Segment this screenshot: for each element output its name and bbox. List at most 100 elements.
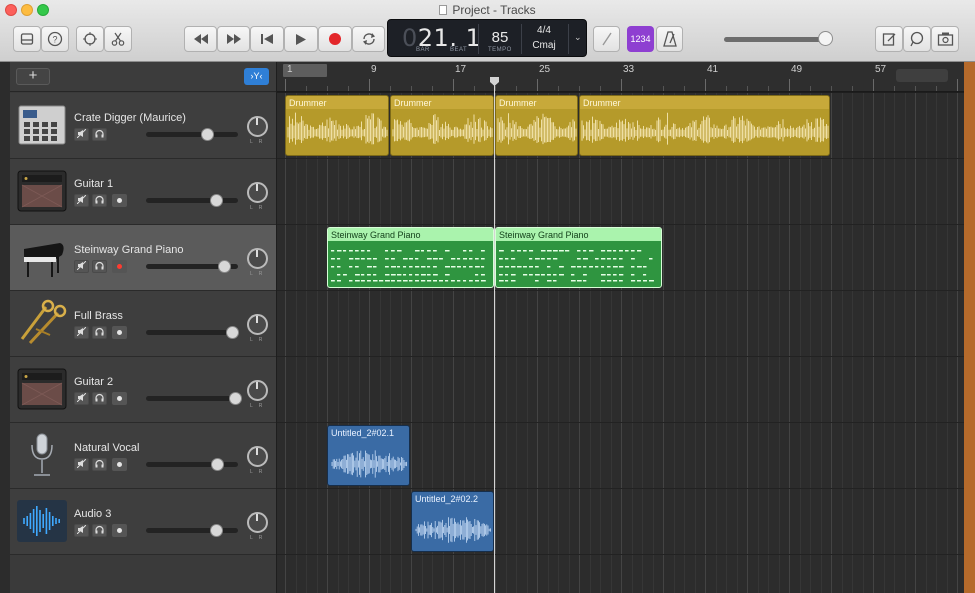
mute-button[interactable] [74,260,89,273]
track-header[interactable]: Crate Digger (Maurice) LR [10,93,276,159]
volume-knob[interactable] [209,194,223,207]
volume-slider[interactable] [146,396,238,401]
inspector-strip [0,62,10,593]
editors-button[interactable] [104,26,132,52]
volume-knob[interactable] [210,458,224,471]
track-name[interactable]: Full Brass [74,310,123,322]
mute-button[interactable] [74,524,89,537]
volume-knob[interactable] [218,260,232,273]
pan-knob[interactable] [247,182,268,203]
record-enable-button[interactable] [112,392,127,405]
mute-button[interactable] [74,392,89,405]
mute-icon [76,326,87,337]
document-icon [439,5,448,15]
pan-knob[interactable] [247,446,268,467]
pan-knob[interactable] [247,512,268,533]
drum-region[interactable]: Drummer [390,95,494,156]
grand-piano-icon [16,233,68,281]
count-in-button[interactable]: 1234 [627,26,654,52]
solo-button[interactable] [92,524,107,537]
pan-knob[interactable] [247,248,268,269]
rewind-button[interactable] [184,26,217,52]
mute-button[interactable] [74,326,89,339]
smart-controls-button[interactable] [76,26,104,52]
track-header[interactable]: Steinway Grand Piano LR [10,225,276,291]
ruler-bar-number: 49 [791,64,803,75]
notepad-button[interactable] [875,26,903,52]
svg-text:?: ? [52,35,57,45]
catch-playhead-button[interactable]: ›Y‹ [244,68,269,85]
record-enable-button[interactable] [112,326,127,339]
library-button[interactable] [13,26,41,52]
record-enable-button[interactable] [112,524,127,537]
pan-knob[interactable] [247,314,268,335]
track-name[interactable]: Natural Vocal [74,442,139,454]
mute-button[interactable] [74,458,89,471]
track-name[interactable]: Audio 3 [74,508,111,520]
tuner-icon [601,32,612,46]
loop-browser-button[interactable] [903,26,931,52]
volume-slider[interactable] [146,462,238,467]
pan-knob[interactable] [247,380,268,401]
track-header[interactable]: Natural Vocal LR [10,423,276,489]
record-enable-button[interactable] [112,194,127,207]
mute-button[interactable] [74,128,89,141]
volume-slider[interactable] [146,198,238,203]
tuner-button[interactable] [593,26,620,52]
track-name[interactable]: Guitar 1 [74,178,113,190]
piano-region[interactable]: Steinway Grand Piano [327,227,494,288]
drum-region[interactable]: Drummer [579,95,830,156]
zoom-slider[interactable] [896,69,948,82]
time-signature: 4/4 [537,25,551,36]
solo-button[interactable] [92,260,107,273]
media-browser-button[interactable] [931,26,959,52]
metronome-button[interactable] [656,26,683,52]
audio-region[interactable]: Untitled_2#02.1 [327,425,410,486]
solo-button[interactable] [92,458,107,471]
volume-slider[interactable] [146,132,238,137]
amplifier-icon [16,365,68,413]
volume-knob[interactable] [225,326,239,339]
audio-region[interactable]: Untitled_2#02.2 [411,491,494,552]
record-enable-button[interactable] [112,458,127,471]
play-button[interactable] [284,26,318,52]
master-volume-knob[interactable] [818,31,833,46]
piano-region[interactable]: Steinway Grand Piano [495,227,662,288]
solo-button[interactable] [92,326,107,339]
track-name[interactable]: Steinway Grand Piano [74,244,183,256]
track-header[interactable]: Full Brass LR [10,291,276,357]
volume-slider[interactable] [146,528,238,533]
mute-button[interactable] [74,194,89,207]
solo-button[interactable] [92,194,107,207]
smart-controls-icon [83,32,97,46]
lcd-display[interactable]: 021. 1 BAR BEAT 85 TEMPO 4/4 Cmaj ⌄ [387,19,587,57]
track-name[interactable]: Crate Digger (Maurice) [74,112,186,124]
track-header[interactable]: Guitar 1 LR [10,159,276,225]
volume-knob[interactable] [209,524,223,537]
record-button[interactable] [318,26,352,52]
master-volume-slider[interactable] [724,37,830,42]
volume-knob[interactable] [229,392,243,405]
drum-region[interactable]: Drummer [495,95,578,156]
volume-slider[interactable] [146,330,238,335]
cycle-icon [362,33,375,45]
beat-label: BEAT [450,47,468,53]
lcd-mode-chevron-icon[interactable]: ⌄ [574,32,582,43]
cycle-button[interactable] [352,26,385,52]
playhead[interactable] [494,80,495,593]
quick-help-button[interactable]: ? [41,26,69,52]
track-header[interactable]: Guitar 2 LR [10,357,276,423]
ruler-tick [306,86,307,91]
go-to-beginning-button[interactable] [250,26,284,52]
fast-forward-button[interactable] [217,26,250,52]
record-enable-button[interactable] [112,260,127,273]
drum-region[interactable]: Drummer [285,95,389,156]
track-name[interactable]: Guitar 2 [74,376,113,388]
volume-knob[interactable] [201,128,215,141]
pan-knob[interactable] [247,116,268,137]
add-track-button[interactable]: + [16,68,50,85]
solo-button[interactable] [92,128,107,141]
region-name: Steinway Grand Piano [499,230,589,240]
solo-button[interactable] [92,392,107,405]
track-header[interactable]: Audio 3 LR [10,489,276,555]
